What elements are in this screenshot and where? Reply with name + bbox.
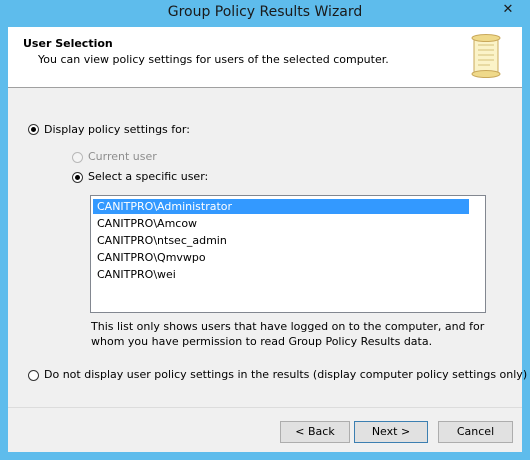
cancel-button[interactable]: Cancel bbox=[438, 421, 513, 443]
list-item[interactable]: CANITPRO\Qmvwpo bbox=[93, 250, 469, 265]
display-settings-label[interactable]: Display policy settings for: bbox=[44, 123, 190, 136]
scroll-icon bbox=[471, 34, 501, 78]
list-item[interactable]: CANITPRO\Amcow bbox=[93, 216, 469, 231]
current-user-label[interactable]: Current user bbox=[88, 150, 157, 163]
user-listbox[interactable]: CANITPRO\Administrator CANITPRO\Amcow CA… bbox=[90, 195, 486, 313]
wizard-header: User Selection You can view policy setti… bbox=[8, 27, 522, 88]
back-button[interactable]: < Back bbox=[280, 421, 350, 443]
page-title: User Selection bbox=[23, 37, 113, 50]
specific-user-radio[interactable] bbox=[72, 172, 83, 183]
no-display-radio[interactable] bbox=[28, 370, 39, 381]
current-user-radio[interactable] bbox=[72, 152, 83, 163]
list-item[interactable]: CANITPRO\ntsec_admin bbox=[93, 233, 469, 248]
next-button[interactable]: Next > bbox=[354, 421, 428, 443]
title-bar[interactable]: Group Policy Results Wizard ✕ bbox=[0, 0, 530, 27]
specific-user-label[interactable]: Select a specific user: bbox=[88, 170, 208, 183]
wizard-window: Group Policy Results Wizard ✕ User Selec… bbox=[0, 0, 530, 460]
display-settings-radio[interactable] bbox=[28, 124, 39, 135]
list-note: This list only shows users that have log… bbox=[91, 320, 485, 348]
close-button[interactable]: ✕ bbox=[494, 0, 522, 20]
wizard-body: User Selection You can view policy setti… bbox=[8, 27, 527, 452]
window-title: Group Policy Results Wizard bbox=[167, 4, 363, 20]
list-item[interactable]: CANITPRO\Administrator bbox=[93, 199, 469, 214]
list-item[interactable]: CANITPRO\wei bbox=[93, 267, 469, 282]
page-subtitle: You can view policy settings for users o… bbox=[38, 53, 389, 66]
no-display-label[interactable]: Do not display user policy settings in t… bbox=[44, 368, 527, 381]
